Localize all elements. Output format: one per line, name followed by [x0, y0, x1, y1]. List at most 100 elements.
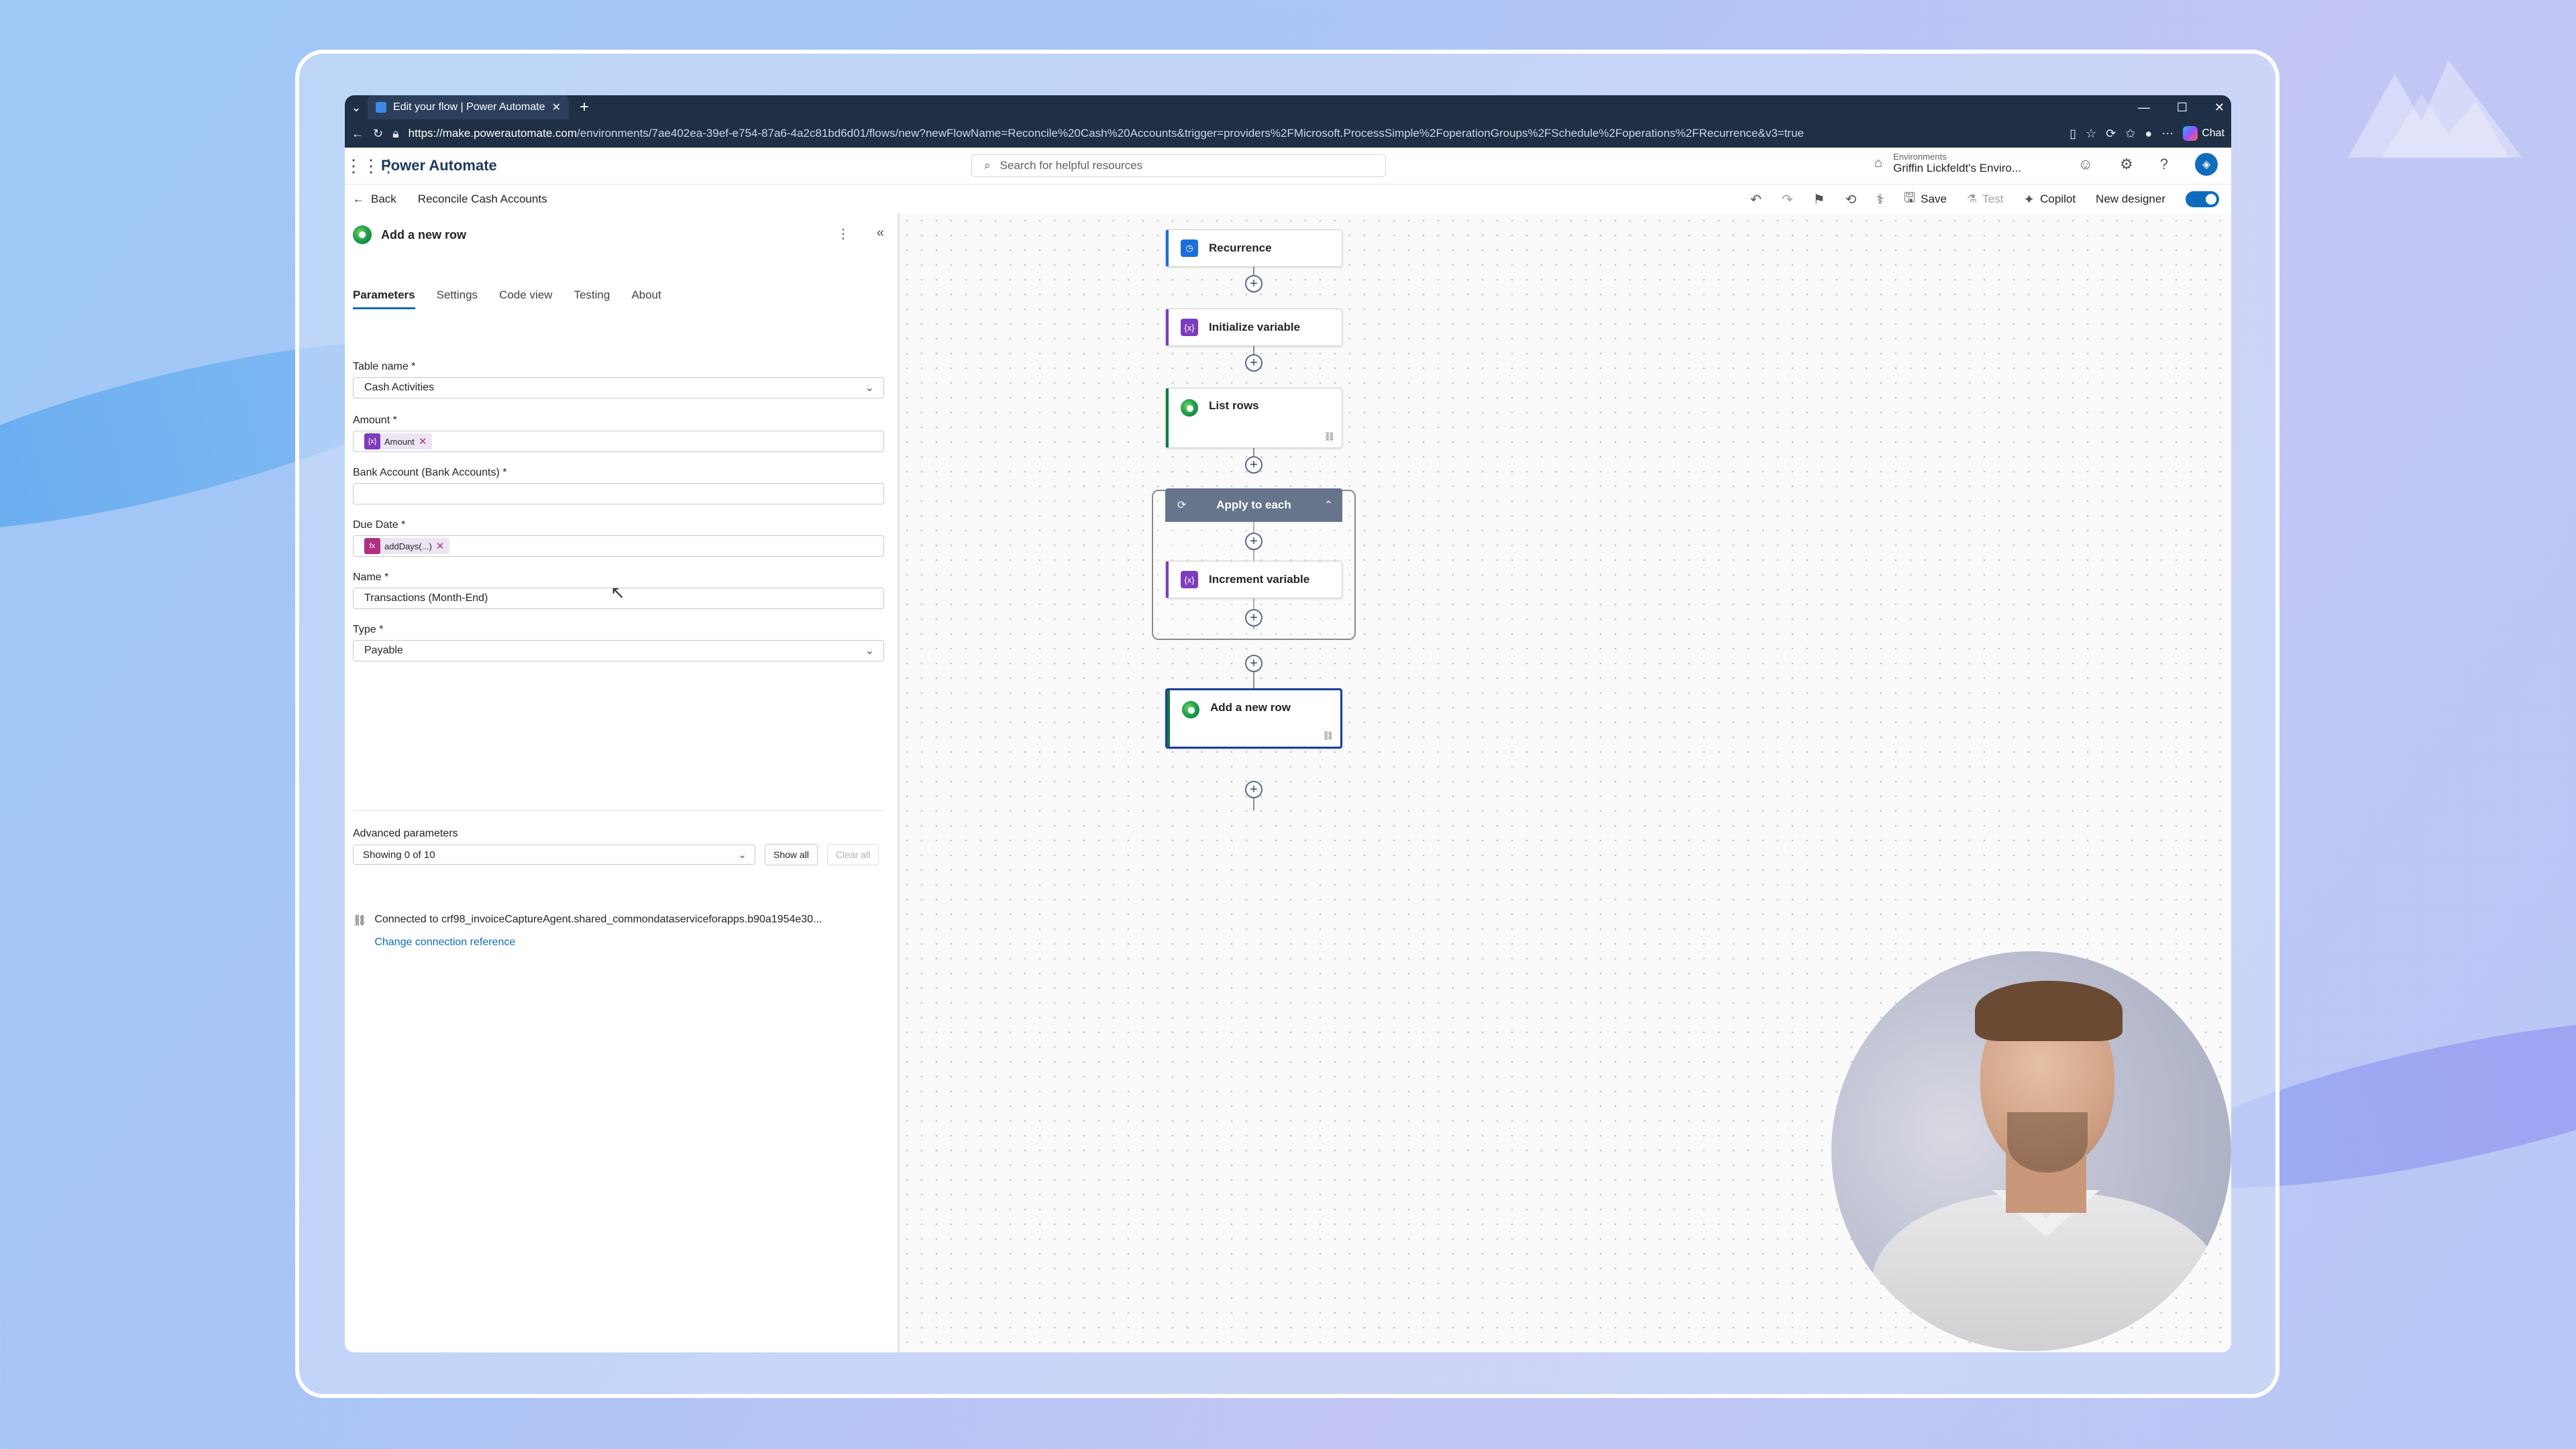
change-connection-link[interactable]: Change connection reference [374, 936, 822, 949]
search-placeholder: Search for helpful resources [1000, 159, 1143, 172]
url-path: /environments/7ae402ea-39ef-e754-87a6-4a… [577, 127, 1804, 140]
environment-picker[interactable]: ⌂ Environments Griffin Lickfeldt's Envir… [1874, 152, 2021, 175]
amount-token[interactable]: {x} Amount ✕ [364, 433, 433, 449]
section-divider [353, 810, 884, 811]
tab-code-view[interactable]: Code view [499, 288, 552, 309]
chevron-down-icon: ⌄ [865, 645, 874, 657]
apply-to-each-node[interactable]: ⟳ Apply to each ⌃ [1165, 488, 1342, 522]
add-step-icon[interactable]: + [1245, 781, 1263, 798]
list-rows-label: List rows [1209, 399, 1259, 412]
dataverse-icon [353, 225, 372, 244]
dataverse-icon [1182, 701, 1199, 718]
due-date-token[interactable]: fx addDays(...) ✕ [364, 538, 450, 554]
reader-mode-icon[interactable]: ▯ [2070, 127, 2076, 141]
list-rows-node[interactable]: List rows ⛓ [1165, 388, 1342, 448]
table-name-dropdown[interactable]: Cash Activities ⌄ [353, 377, 884, 398]
more-options-icon[interactable]: ⋯ [2161, 127, 2174, 141]
increment-variable-node[interactable]: {x} Increment variable [1165, 561, 1342, 598]
favorite-star-icon[interactable]: ☆ [2086, 127, 2096, 141]
new-tab-icon[interactable]: + [580, 98, 589, 117]
brand-mountain-logo [2348, 60, 2522, 158]
copilot-button[interactable]: ✦ Copilot [2023, 191, 2076, 208]
favorites-icon[interactable]: ✩ [2125, 127, 2135, 141]
search-input[interactable]: ⌕ Search for helpful resources [971, 154, 1386, 177]
copilot-label: Copilot [2040, 193, 2076, 205]
close-window-icon[interactable]: ✕ [2214, 101, 2224, 115]
flow-checker-stethoscope-icon[interactable]: ⚕ [1876, 191, 1884, 208]
advanced-select-value: Showing 0 of 10 [363, 849, 435, 861]
tab-settings[interactable]: Settings [437, 288, 478, 309]
redo-icon[interactable]: ↷ [1782, 191, 1793, 208]
copilot-chat-button[interactable]: Chat [2183, 126, 2224, 141]
collapse-panel-icon[interactable]: « [877, 225, 884, 242]
collapse-icon[interactable]: ⌃ [1324, 498, 1333, 512]
tab-testing[interactable]: Testing [574, 288, 610, 309]
test-icon: ⚗ [1966, 193, 1978, 205]
user-avatar[interactable]: ◈ [2195, 153, 2218, 176]
bank-account-input[interactable] [353, 483, 884, 504]
undo-icon[interactable]: ↶ [1750, 191, 1762, 208]
remove-token-icon[interactable]: ✕ [419, 435, 427, 447]
add-step-icon[interactable]: + [1245, 354, 1263, 372]
advanced-parameters-select[interactable]: Showing 0 of 10 ⌄ [353, 845, 755, 865]
add-step-icon[interactable]: + [1245, 533, 1263, 550]
recurrence-node[interactable]: ◷ Recurrence [1165, 229, 1342, 267]
add-step-icon[interactable]: + [1245, 655, 1263, 672]
panel-title[interactable]: Add a new row [381, 228, 466, 242]
remove-token-icon[interactable]: ✕ [436, 540, 445, 552]
new-designer-toggle[interactable] [2186, 191, 2219, 207]
add-new-row-node[interactable]: Add a new row ⛓ [1165, 688, 1342, 749]
url-host: https://make.powerautomate.com [408, 127, 578, 140]
more-options-icon[interactable]: ⋮ [837, 225, 850, 242]
help-icon[interactable]: ? [2160, 156, 2168, 173]
tab-actions-icon[interactable]: ⌄ [345, 101, 368, 115]
test-button[interactable]: ⚗ Test [1967, 193, 2003, 206]
minimize-icon[interactable]: — [2138, 101, 2150, 115]
add-step-icon[interactable]: + [1245, 456, 1263, 474]
back-arrow-icon[interactable]: ← [352, 127, 364, 141]
initialize-variable-node[interactable]: {x} Initialize variable [1165, 309, 1342, 346]
amount-token-label: Amount [384, 436, 415, 447]
search-icon: ⌕ [984, 159, 991, 172]
command-bar: ← Back Reconcile Cash Accounts ↶ ↷ ⚑ ⟲ ⚕… [345, 184, 2231, 215]
extensions-icon[interactable]: ⟳ [2106, 127, 2116, 141]
name-value: Transactions (Month-End) [364, 592, 488, 604]
due-date-input[interactable]: fx addDays(...) ✕ [353, 535, 884, 557]
save-label: Save [1921, 193, 1947, 205]
show-all-button[interactable]: Show all [765, 844, 818, 865]
tab-about[interactable]: About [631, 288, 661, 309]
tab-parameters[interactable]: Parameters [353, 288, 415, 309]
save-button[interactable]: 🖫︎ Save [1904, 188, 1947, 211]
lock-icon: 🔒︎ [392, 126, 399, 140]
type-dropdown[interactable]: Payable ⌄ [353, 640, 884, 661]
maximize-icon[interactable]: ☐ [2177, 101, 2188, 115]
back-arrow-icon: ← [353, 193, 364, 205]
url-field[interactable]: https://make.powerautomate.com/environme… [409, 127, 2060, 140]
flow-checker-icon[interactable]: ⚑ [1813, 191, 1825, 208]
app-launcher-icon[interactable]: ⋮⋮⋮ [345, 156, 397, 176]
browser-tab-title: Edit your flow | Power Automate [393, 101, 545, 113]
due-date-label: Due Date * [353, 519, 406, 531]
version-history-icon[interactable]: ⟲ [1845, 191, 1857, 208]
table-name-value: Cash Activities [364, 382, 435, 393]
apply-to-each-label: Apply to each [1216, 498, 1291, 511]
copilot-icon [2183, 126, 2198, 141]
loop-icon: ⟳ [1177, 500, 1187, 511]
add-step-icon[interactable]: + [1245, 275, 1263, 292]
settings-gear-icon[interactable]: ⚙ [2120, 156, 2133, 173]
app-name[interactable]: Power Automate [381, 157, 497, 174]
amount-input[interactable]: {x} Amount ✕ [353, 431, 884, 452]
chevron-down-icon: ⌄ [738, 849, 747, 861]
close-tab-icon[interactable]: ✕ [552, 101, 561, 114]
feedback-icon[interactable]: ☺ [2078, 156, 2093, 173]
add-step-icon[interactable]: + [1245, 609, 1263, 627]
profile-icon[interactable]: ● [2145, 127, 2152, 141]
refresh-icon[interactable]: ↻ [373, 127, 383, 141]
browser-tab-active[interactable]: Edit your flow | Power Automate ✕ [368, 95, 569, 119]
back-button[interactable]: ← Back [353, 193, 396, 206]
due-date-field: Due Date * fx addDays(...) ✕ [353, 519, 884, 557]
clear-all-button[interactable]: Clear all [826, 844, 879, 865]
recurrence-label: Recurrence [1209, 241, 1272, 254]
add-new-row-label: Add a new row [1210, 701, 1291, 714]
save-icon: 🖫︎ [1904, 191, 1916, 205]
